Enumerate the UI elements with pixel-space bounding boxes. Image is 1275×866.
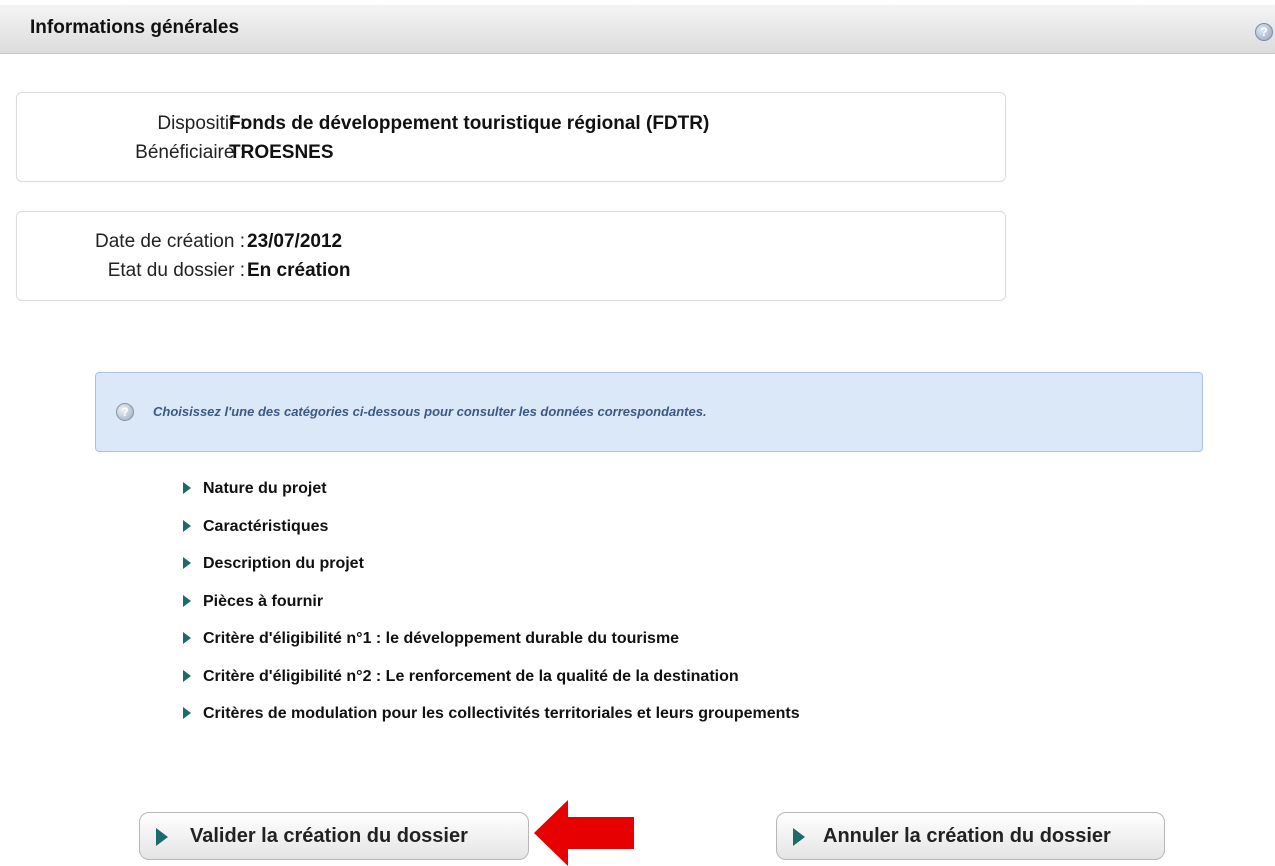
chevron-right-icon [183, 482, 191, 494]
validate-creation-label: Valider la création du dossier [190, 825, 468, 847]
program-info-box: Dispositif : Fonds de développement tour… [16, 92, 1006, 182]
dispositif-row: Dispositif : Fonds de développement tour… [17, 112, 1005, 136]
category-label: Caractéristiques [203, 517, 329, 535]
chevron-right-icon [183, 632, 191, 644]
category-link-description[interactable]: Description du projet [183, 553, 800, 591]
date-row: Date de création : 23/07/2012 [17, 230, 1005, 254]
category-label: Description du projet [203, 555, 364, 572]
category-label: Nature du projet [203, 480, 327, 497]
category-label: Critère d'éligibilité n°2 : Le renforcem… [203, 667, 739, 685]
category-link-pieces[interactable]: Pièces à fournir [183, 591, 800, 629]
category-link-critere-1[interactable]: Critère d'éligibilité n°1 : le développe… [183, 628, 800, 666]
dispositif-value: Fonds de développement touristique régio… [229, 113, 710, 134]
date-label: Date de création : [95, 231, 245, 252]
beneficiaire-value: TROESNES [229, 142, 334, 163]
chevron-right-icon [156, 828, 168, 846]
help-icon[interactable]: ? [1255, 23, 1273, 41]
category-label: Critères de modulation pour les collecti… [203, 705, 800, 722]
chevron-right-icon [183, 557, 191, 569]
notice-text: Choisissez l'une des catégories ci-desso… [153, 404, 707, 419]
chevron-right-icon [183, 707, 191, 719]
etat-label: Etat du dossier : [107, 260, 245, 281]
category-label: Pièces à fournir [203, 592, 324, 610]
chevron-right-icon [183, 669, 191, 682]
page-title: Informations générales [30, 17, 240, 38]
category-link-caracteristiques[interactable]: Caractéristiques [183, 516, 800, 554]
category-link-modulation[interactable]: Critères de modulation pour les collecti… [183, 703, 800, 741]
etat-row: Etat du dossier : En création [17, 259, 1005, 283]
category-list: Nature du projet Caractéristiques Descri… [183, 478, 800, 741]
chevron-right-icon [183, 519, 191, 532]
category-link-nature[interactable]: Nature du projet [183, 478, 800, 516]
category-label: Critère d'éligibilité n°1 : le développe… [203, 630, 680, 647]
chevron-right-icon [793, 828, 805, 846]
question-icon: ? [116, 403, 134, 421]
section-header: Informations générales ? [0, 5, 1275, 54]
cancel-creation-button[interactable]: Annuler la création du dossier [776, 812, 1165, 860]
status-info-box: Date de création : 23/07/2012 Etat du do… [16, 211, 1006, 301]
red-pointer-arrow-icon [534, 800, 634, 866]
cancel-creation-label: Annuler la création du dossier [823, 825, 1111, 847]
beneficiaire-row: Bénéficiaire : TROESNES [17, 141, 1005, 165]
chevron-right-icon [183, 594, 191, 607]
date-value: 23/07/2012 [247, 231, 343, 252]
etat-value: En création [247, 260, 351, 281]
validate-creation-button[interactable]: Valider la création du dossier [139, 812, 529, 860]
info-notice: ? Choisissez l'une des catégories ci-des… [95, 372, 1203, 452]
category-link-critere-2[interactable]: Critère d'éligibilité n°2 : Le renforcem… [183, 666, 800, 704]
